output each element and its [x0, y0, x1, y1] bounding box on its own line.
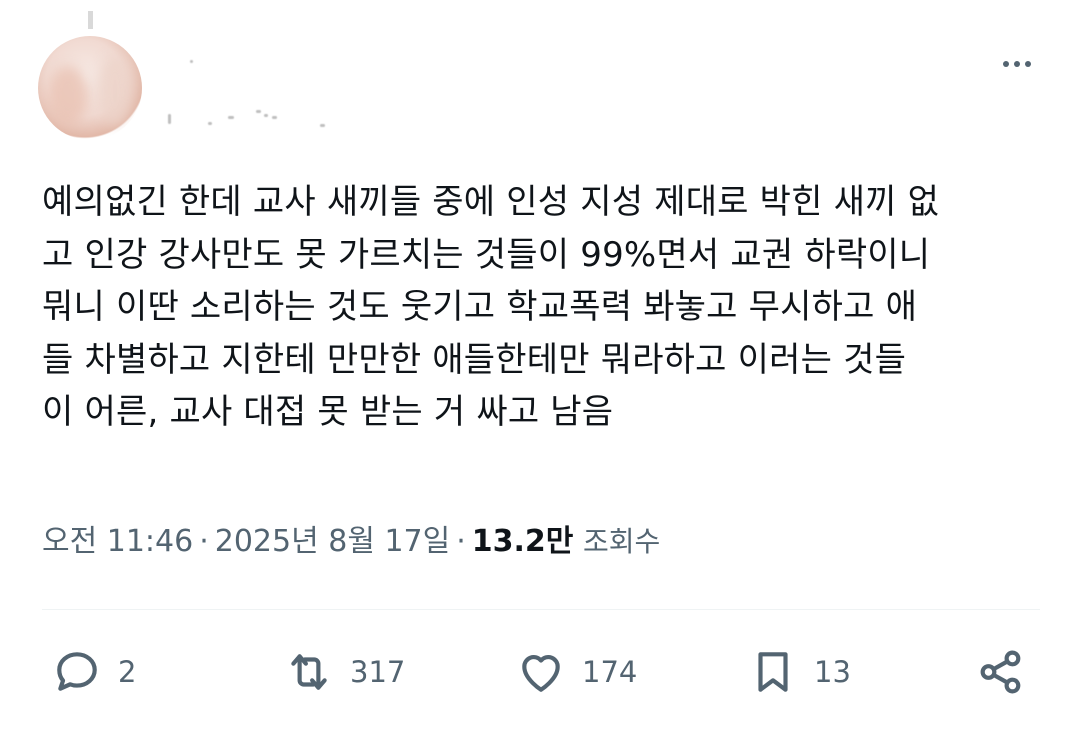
- bookmark-count: 13: [814, 655, 851, 689]
- share-button[interactable]: [976, 640, 1026, 704]
- tweet-text-line: 예의없긴 한데 교사 새끼들 중에 인성 지성 제대로 박힌 새끼 없: [42, 182, 940, 222]
- meta-separator: ·: [456, 524, 466, 559]
- reply-button[interactable]: 2: [52, 640, 136, 704]
- tweet-time[interactable]: 오전 11:46: [42, 524, 193, 559]
- tweet: 예의없긴 한데 교사 새끼들 중에 인성 지성 제대로 박힌 새끼 없 고 인강…: [0, 0, 1080, 739]
- author-name-redacted: [160, 60, 330, 130]
- more-options-button[interactable]: [994, 46, 1040, 82]
- more-dot: [1014, 61, 1020, 67]
- avatar-blur: [48, 66, 88, 126]
- tweet-date[interactable]: 2025년 8월 17일: [215, 524, 450, 559]
- tweet-text-line: 고 인강 강사만도 못 가르치는 것들이 99%면서 교권 하락이니: [42, 234, 931, 275]
- retweet-button[interactable]: 317: [284, 640, 405, 704]
- more-dot: [1025, 61, 1031, 67]
- like-count: 174: [582, 655, 638, 689]
- views-count: 13.2만: [471, 524, 574, 559]
- bookmark-button[interactable]: 13: [748, 640, 851, 704]
- retweet-icon: [291, 654, 327, 690]
- tweet-text: 예의없긴 한데 교사 새끼들 중에 인성 지성 제대로 박힌 새끼 없 고 인강…: [42, 176, 1052, 439]
- meta-separator: ·: [199, 524, 209, 559]
- share-icon: [980, 650, 1021, 694]
- divider: [42, 609, 1040, 610]
- avatar-blur: [98, 56, 132, 126]
- tweet-text-line: 뭐니 이딴 소리하는 것도 웃기고 학교폭력 봐놓고 무시하고 애: [42, 287, 918, 327]
- retweet-count: 317: [350, 655, 406, 689]
- action-bar: 2 317 174 13: [0, 640, 1080, 704]
- avatar-mark: [88, 11, 93, 29]
- reply-icon: [57, 652, 97, 691]
- like-button[interactable]: 174: [516, 640, 637, 704]
- avatar[interactable]: [38, 36, 142, 140]
- more-dot: [1003, 61, 1009, 67]
- views-label: 조회수: [582, 525, 661, 558]
- tweet-text-line: 이 어른, 교사 대접 못 받는 거 싸고 남음: [42, 392, 614, 432]
- tweet-meta: 오전 11:46 · 2025년 8월 17일 · 13.2만 조회수: [42, 520, 660, 564]
- tweet-text-line: 들 차별하고 지한테 만만한 애들한테만 뭐라하고 이러는 것들: [42, 339, 907, 380]
- reply-count: 2: [118, 655, 137, 689]
- bookmark-icon: [758, 652, 788, 692]
- heart-icon: [522, 655, 560, 692]
